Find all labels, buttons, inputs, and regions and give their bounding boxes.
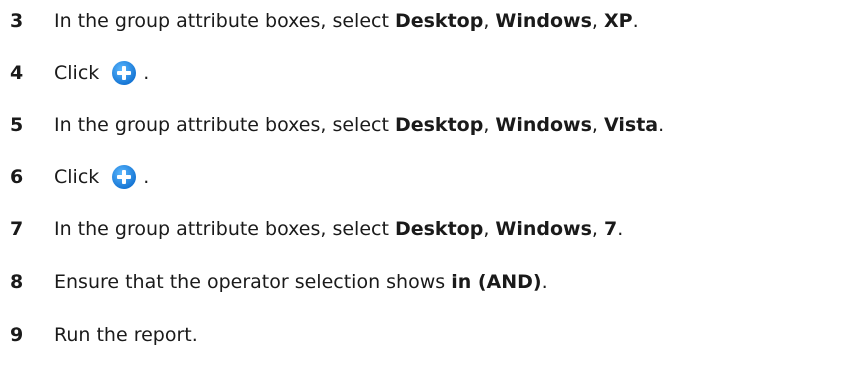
step-text: Run the report. xyxy=(54,324,198,346)
separator: , xyxy=(483,10,496,32)
step-5: 5 In the group attribute boxes, select D… xyxy=(10,110,664,140)
step-text: Ensure that the operator selection shows… xyxy=(54,271,548,293)
step-6: 6 Click . xyxy=(10,162,149,192)
procedure-steps: 3 In the group attribute boxes, select D… xyxy=(0,0,843,373)
step-number: 7 xyxy=(10,218,24,240)
operator-value: in (AND) xyxy=(451,271,542,293)
step-8: 8 Ensure that the operator selection sho… xyxy=(10,267,548,297)
step-text: Click . xyxy=(54,164,149,190)
add-circle-icon xyxy=(111,164,137,190)
option-windows: Windows xyxy=(495,114,592,136)
step-3: 3 In the group attribute boxes, select D… xyxy=(10,6,639,36)
step-prefix: Ensure that the operator selection shows xyxy=(54,271,452,293)
step-suffix: . xyxy=(617,218,624,240)
option-desktop: Desktop xyxy=(394,114,484,136)
step-number: 6 xyxy=(10,166,24,188)
separator: , xyxy=(591,218,605,240)
step-prefix: In the group attribute boxes, select xyxy=(54,114,395,136)
separator: , xyxy=(483,218,496,240)
step-number: 5 xyxy=(10,114,24,136)
separator: , xyxy=(591,10,605,32)
step-text: In the group attribute boxes, select Des… xyxy=(54,10,639,32)
step-suffix: . xyxy=(658,114,665,136)
step-number: 9 xyxy=(10,324,24,346)
option-version: Vista xyxy=(604,114,659,136)
step-number: 3 xyxy=(10,10,24,32)
add-circle-icon xyxy=(111,60,137,86)
option-windows: Windows xyxy=(495,10,592,32)
separator: , xyxy=(591,114,605,136)
option-version: XP xyxy=(604,10,633,32)
step-prefix: Click xyxy=(54,166,100,188)
option-desktop: Desktop xyxy=(394,10,484,32)
option-desktop: Desktop xyxy=(394,218,484,240)
option-version: 7 xyxy=(604,218,618,240)
step-suffix: . xyxy=(143,62,150,84)
step-number: 8 xyxy=(10,271,24,293)
step-suffix: . xyxy=(541,271,548,293)
step-4: 4 Click . xyxy=(10,58,149,88)
step-prefix: In the group attribute boxes, select xyxy=(54,10,395,32)
step-prefix: Click xyxy=(54,62,100,84)
separator: , xyxy=(483,114,496,136)
step-number: 4 xyxy=(10,62,24,84)
option-windows: Windows xyxy=(495,218,592,240)
step-text: Click . xyxy=(54,60,149,86)
step-text: In the group attribute boxes, select Des… xyxy=(54,218,623,240)
step-7: 7 In the group attribute boxes, select D… xyxy=(10,214,623,244)
step-9: 9 Run the report. xyxy=(10,320,198,350)
step-suffix: . xyxy=(632,10,639,32)
step-suffix: . xyxy=(143,166,150,188)
step-text: In the group attribute boxes, select Des… xyxy=(54,114,664,136)
step-prefix: In the group attribute boxes, select xyxy=(54,218,395,240)
